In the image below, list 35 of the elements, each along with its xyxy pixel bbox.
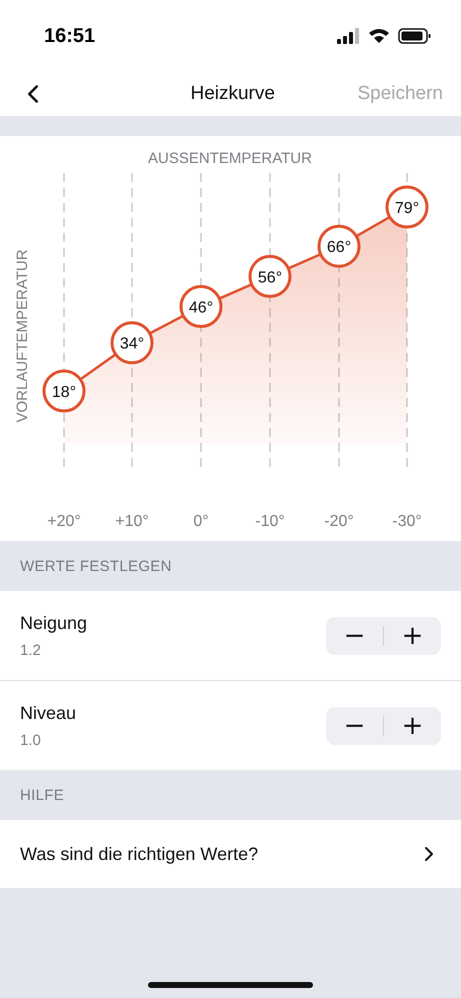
decrease-button[interactable]: − (326, 616, 383, 654)
data-point (110, 321, 154, 364)
section-header: WERTE FESTLEGEN (20, 558, 172, 574)
decrease-button[interactable]: − (326, 706, 383, 744)
value-label: 56° (258, 269, 282, 286)
section-header: HILFE (20, 786, 64, 804)
battery-icon (398, 28, 430, 44)
data-point (318, 224, 360, 268)
data-point (180, 285, 222, 328)
increase-button[interactable]: + (384, 616, 441, 654)
wifi-icon (369, 29, 389, 43)
screen-title: Heizkurve (189, 83, 276, 105)
setting-value: 1.0 (20, 732, 42, 748)
data-point (42, 370, 86, 412)
setting-label: Niveau (20, 702, 78, 724)
data-point (386, 186, 428, 229)
axis-label: 0° (193, 513, 209, 530)
value-label: 34° (120, 336, 144, 353)
value-label: 46° (188, 300, 214, 317)
axis-label: -10° (255, 513, 285, 530)
value-label: 66° (326, 239, 352, 256)
chart-title: AUSSENTEMPERATUR (148, 150, 312, 167)
axis-title: VORLAUFTEMPERATUR (14, 249, 31, 423)
setting-label: Neigung (20, 612, 88, 634)
value-label: 79° (394, 200, 420, 218)
axis-label: -30° (392, 513, 422, 530)
axis-label: +10° (115, 513, 149, 530)
data-point (248, 254, 292, 298)
signal-icon (337, 28, 359, 44)
axis-label: +20° (47, 513, 81, 530)
status-time: 16:51 (44, 24, 96, 48)
axis-label: -20° (324, 513, 354, 530)
value-label: 18° (52, 384, 76, 401)
increase-button[interactable]: + (384, 706, 441, 744)
setting-value: 1.2 (20, 642, 42, 658)
